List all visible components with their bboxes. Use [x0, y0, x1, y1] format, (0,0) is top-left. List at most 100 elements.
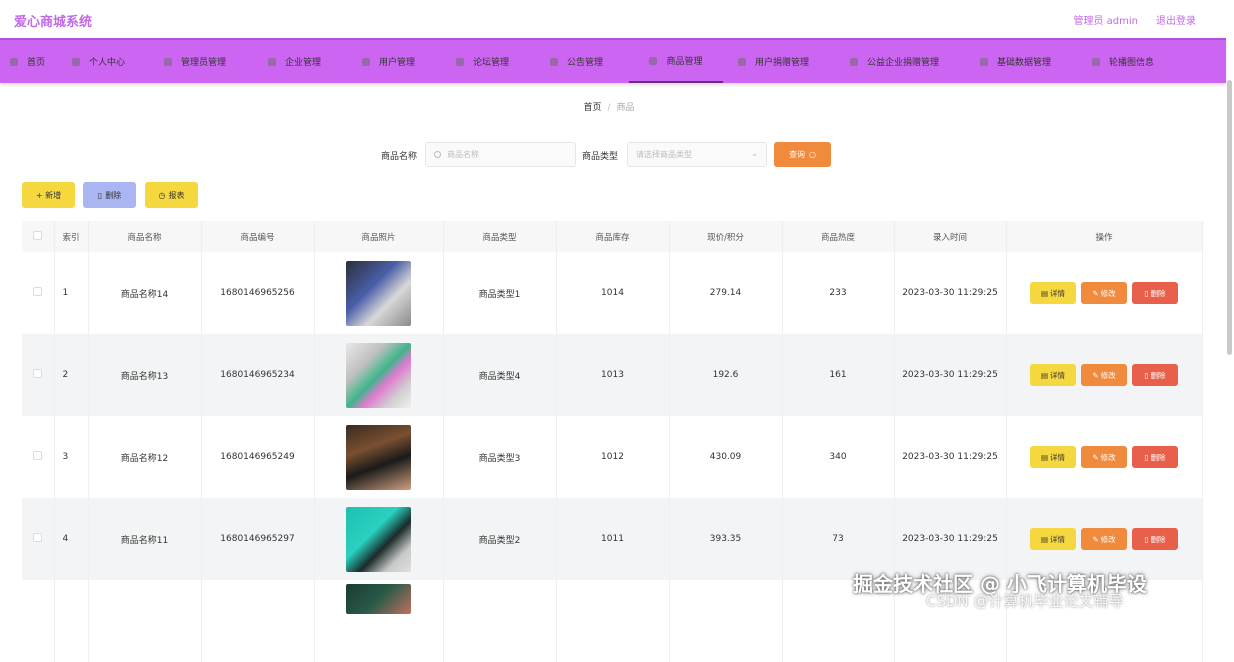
- trash-icon: ▯: [1144, 370, 1149, 380]
- row-checkbox[interactable]: [33, 451, 43, 460]
- nav-item-companies[interactable]: 企业管理: [268, 40, 321, 83]
- detail-button[interactable]: ▤ 详情: [1030, 528, 1076, 550]
- logout-link[interactable]: 退出登录: [1156, 12, 1196, 27]
- nav-item-goods[interactable]: 商品管理: [629, 40, 723, 83]
- nav-item-forum[interactable]: 论坛管理: [456, 40, 509, 83]
- cell-code: 1680146965249: [201, 416, 315, 498]
- cell-photo: [314, 334, 444, 416]
- detail-label: 详情: [1050, 370, 1066, 380]
- product-photo[interactable]: [346, 260, 411, 326]
- nav-item-notices[interactable]: 公告管理: [550, 40, 603, 83]
- edit-label: 修改: [1100, 370, 1116, 380]
- breadcrumb: 首页 / 商品: [0, 100, 1218, 113]
- delete-label: 删除: [1150, 370, 1166, 380]
- row-checkbox[interactable]: [33, 369, 43, 378]
- cell-stock: 1013: [556, 334, 670, 416]
- detail-button[interactable]: ▤ 详情: [1030, 282, 1076, 304]
- cell-price: 279.14: [669, 252, 783, 334]
- col-index: 索引: [54, 221, 89, 252]
- detail-label: 详情: [1050, 534, 1066, 544]
- delete-button[interactable]: ▯ 删除: [1132, 446, 1178, 468]
- cell-name: [88, 580, 202, 662]
- trash-icon: ▯: [97, 190, 103, 200]
- row-select-cell[interactable]: [22, 252, 55, 334]
- row-select-cell[interactable]: [22, 498, 55, 580]
- nav-item-base-data[interactable]: 基础数据管理: [980, 40, 1051, 83]
- detail-button[interactable]: ▤ 详情: [1030, 446, 1076, 468]
- table-row: 1 商品名称14 1680146965256 商品类型1 1014 279.14…: [22, 252, 1203, 334]
- nav-label: 公益企业捐赠管理: [867, 58, 940, 68]
- nav-item-carousel[interactable]: 轮播图信息: [1092, 40, 1154, 83]
- delete-button[interactable]: ▯ 删除: [1132, 282, 1178, 304]
- watermark-text-secondary: CSDN @计算机毕业论文辅导: [926, 592, 1124, 610]
- row-select-cell[interactable]: [22, 416, 55, 498]
- cell-index: 4: [54, 498, 89, 580]
- row-select-cell[interactable]: [22, 334, 55, 416]
- breadcrumb-current: 商品: [616, 103, 635, 113]
- nav-item-company-donations[interactable]: 公益企业捐赠管理: [850, 40, 939, 83]
- brand-title: 爱心商城系统: [14, 15, 93, 30]
- product-photo[interactable]: [346, 342, 411, 408]
- goods-type-select[interactable]: 请选择商品类型 ⌄: [627, 142, 767, 167]
- edit-button[interactable]: ✎ 修改: [1081, 282, 1127, 304]
- col-price: 现价/积分: [669, 221, 783, 252]
- delete-button[interactable]: ▯ 删除: [1132, 528, 1178, 550]
- product-photo[interactable]: [346, 584, 411, 614]
- chevron-down-icon: ⌄: [751, 149, 758, 158]
- cell-index: 3: [54, 416, 89, 498]
- product-photo[interactable]: [346, 506, 411, 572]
- bulk-delete-button[interactable]: ▯ 删除: [83, 182, 136, 208]
- row-select-cell[interactable]: [22, 580, 55, 662]
- goods-icon: [649, 56, 658, 65]
- cell-type: 商品类型3: [443, 416, 557, 498]
- select-all-cell[interactable]: [22, 221, 55, 252]
- report-button[interactable]: ◷ 报表: [145, 182, 198, 208]
- select-all-checkbox[interactable]: [33, 230, 43, 240]
- nav-item-user-donations[interactable]: 用户捐赠管理: [738, 40, 809, 83]
- query-button[interactable]: 查询 ○: [774, 142, 831, 167]
- cell-code: [201, 580, 315, 662]
- goods-name-label: 商品名称: [381, 152, 418, 162]
- col-ops: 操作: [1006, 221, 1203, 252]
- edit-button[interactable]: ✎ 修改: [1081, 364, 1127, 386]
- notice-icon: [550, 57, 558, 66]
- cell-stock: 1014: [556, 252, 670, 334]
- nav-item-users[interactable]: 用户管理: [362, 40, 415, 83]
- nav-item-admins[interactable]: 管理员管理: [164, 40, 226, 83]
- cell-code: 1680146965297: [201, 498, 315, 580]
- nav-item-profile[interactable]: 个人中心: [72, 40, 125, 83]
- breadcrumb-home[interactable]: 首页: [583, 103, 601, 113]
- cell-index: 2: [54, 334, 89, 416]
- product-photo[interactable]: [346, 424, 411, 490]
- edit-label: 修改: [1100, 534, 1116, 544]
- trash-icon: ▯: [1144, 534, 1149, 544]
- detail-button[interactable]: ▤ 详情: [1030, 364, 1076, 386]
- edit-button[interactable]: ✎ 修改: [1081, 446, 1127, 468]
- query-label: 查询: [789, 150, 805, 159]
- edit-button[interactable]: ✎ 修改: [1081, 528, 1127, 550]
- col-type: 商品类型: [443, 221, 557, 252]
- page-scrollbar[interactable]: [1227, 80, 1232, 355]
- delete-button[interactable]: ▯ 删除: [1132, 364, 1178, 386]
- admin-user-label[interactable]: 管理员 admin: [1073, 12, 1138, 27]
- cell-photo: [314, 498, 444, 580]
- cell-type: 商品类型4: [443, 334, 557, 416]
- cell-name: 商品名称11: [88, 498, 202, 580]
- nav-item-home[interactable]: 首页: [10, 40, 45, 83]
- add-button[interactable]: + 新增: [22, 182, 75, 208]
- goods-name-input[interactable]: 商品名称: [425, 142, 576, 167]
- cell-photo: [314, 252, 444, 334]
- cell-ops: ▤ 详情 ✎ 修改 ▯ 删除: [1006, 416, 1203, 498]
- header-user-area: 管理员 admin 退出登录: [1073, 12, 1196, 27]
- row-checkbox[interactable]: [33, 287, 43, 296]
- image-icon: [1092, 57, 1100, 66]
- cell-price: 430.09: [669, 416, 783, 498]
- row-checkbox[interactable]: [33, 533, 43, 542]
- delete-label: 删除: [1150, 534, 1166, 544]
- cell-type: 商品类型1: [443, 252, 557, 334]
- goods-name-placeholder: 商品名称: [447, 150, 479, 159]
- admin-icon: [164, 57, 172, 66]
- company-icon: [268, 57, 276, 66]
- trash-icon: ▯: [1144, 288, 1149, 298]
- nav-label: 轮播图信息: [1109, 58, 1155, 68]
